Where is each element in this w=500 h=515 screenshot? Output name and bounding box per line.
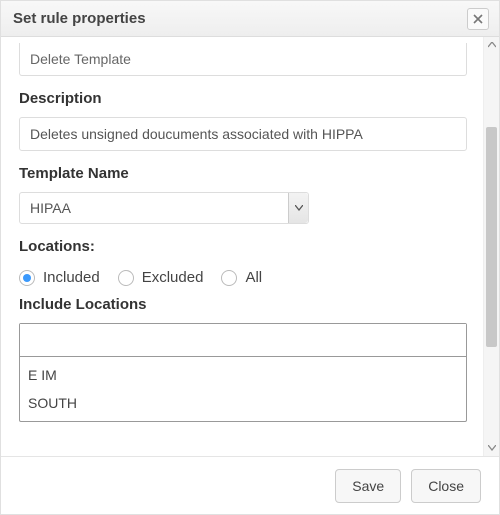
radio-icon	[19, 270, 35, 286]
include-locations-list: E IM SOUTH	[20, 357, 466, 421]
vertical-scrollbar[interactable]	[483, 37, 499, 456]
scroll-up-icon[interactable]	[484, 37, 499, 53]
include-locations-label: Include Locations	[19, 296, 467, 313]
radio-label: Included	[43, 269, 100, 286]
chevron-down-icon[interactable]	[288, 193, 308, 223]
form-content: Description Template Name HIPAA Location…	[1, 37, 483, 456]
save-button[interactable]: Save	[335, 469, 401, 503]
radio-icon	[118, 270, 134, 286]
radio-label: Excluded	[142, 269, 204, 286]
scroll-thumb[interactable]	[486, 127, 497, 347]
template-select-value: HIPAA	[19, 192, 309, 224]
include-locations-box: E IM SOUTH	[19, 323, 467, 422]
locations-label: Locations:	[19, 238, 467, 255]
template-select[interactable]: HIPAA	[19, 192, 309, 224]
list-item[interactable]: E IM	[20, 361, 466, 389]
description-input[interactable]	[19, 117, 467, 151]
dialog-title: Set rule properties	[13, 10, 146, 27]
template-name-label: Template Name	[19, 165, 467, 182]
scroll-down-icon[interactable]	[484, 440, 499, 456]
radio-icon	[221, 270, 237, 286]
radio-label: All	[245, 269, 262, 286]
radio-included[interactable]: Included	[19, 269, 100, 286]
radio-all[interactable]: All	[221, 269, 262, 286]
radio-excluded[interactable]: Excluded	[118, 269, 204, 286]
include-locations-filter-input[interactable]	[20, 324, 466, 357]
close-button[interactable]: Close	[411, 469, 481, 503]
list-item[interactable]: SOUTH	[20, 389, 466, 417]
description-label: Description	[19, 90, 467, 107]
dialog-body: Description Template Name HIPAA Location…	[1, 37, 499, 456]
locations-radio-group: Included Excluded All	[19, 269, 467, 286]
dialog-header: Set rule properties	[1, 1, 499, 37]
dialog-footer: Save Close	[1, 456, 499, 514]
rule-name-input[interactable]	[19, 43, 467, 76]
close-icon[interactable]	[467, 8, 489, 30]
